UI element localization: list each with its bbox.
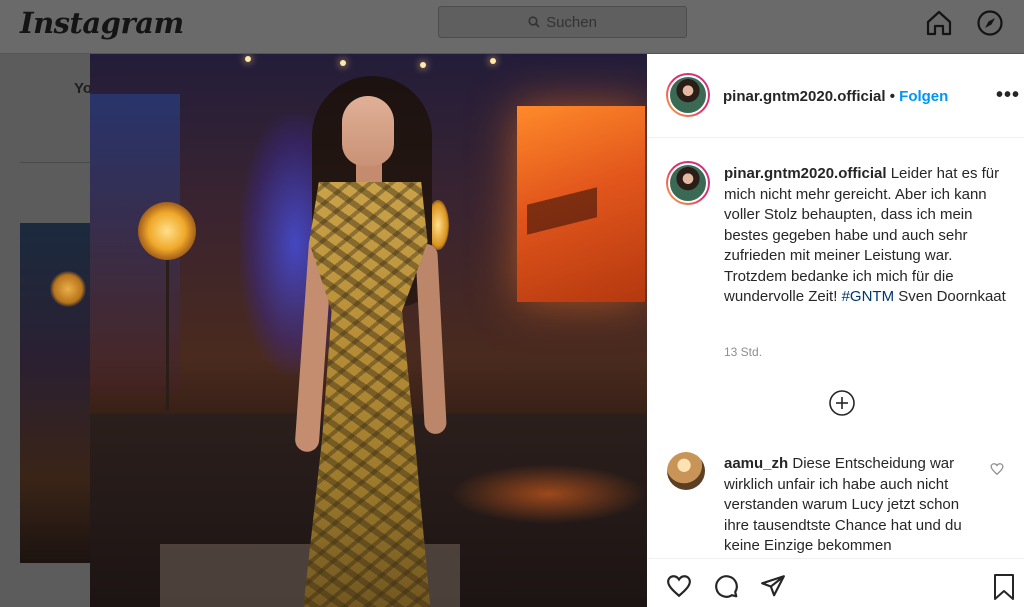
comment-username[interactable]: aamu_zh — [724, 455, 788, 472]
compass-icon[interactable] — [976, 9, 1004, 37]
post-header-line: pinar.gntm2020.official • Folgen — [723, 88, 948, 105]
post-caption: pinar.gntm2020.official Leider hat es fü… — [724, 164, 1014, 308]
comment-item: aamu_zh Diese Entscheidung war wirklich … — [724, 454, 984, 557]
post-photo[interactable] — [90, 54, 647, 607]
post-side-panel: pinar.gntm2020.official • Folgen ••• pin… — [647, 54, 1024, 607]
plus-circle-icon[interactable] — [828, 389, 856, 417]
caption-author-avatar[interactable] — [666, 161, 710, 205]
caption-username[interactable]: pinar.gntm2020.official — [724, 165, 887, 182]
home-icon[interactable] — [925, 9, 953, 37]
caption-tail: Sven Doornkaat — [894, 288, 1006, 305]
heart-icon[interactable] — [665, 573, 693, 599]
comment-like-icon[interactable] — [990, 462, 1004, 476]
send-icon[interactable] — [759, 573, 787, 599]
more-options-button[interactable]: ••• — [996, 84, 1020, 107]
search-input[interactable]: Suchen — [438, 6, 687, 38]
commenter-avatar[interactable] — [667, 452, 705, 490]
separator-dot: • — [889, 88, 895, 105]
hashtag-link[interactable]: #GNTM — [842, 288, 895, 305]
background-post-thumbnail — [20, 223, 94, 563]
follow-button[interactable]: Folgen — [899, 88, 948, 105]
search-placeholder: Suchen — [546, 13, 597, 31]
post-timestamp[interactable]: 13 Std. — [724, 345, 762, 359]
instagram-logo[interactable]: Instagram — [20, 6, 184, 40]
caption-text: Leider hat es für mich nicht mehr gereic… — [724, 165, 1000, 305]
bookmark-icon[interactable] — [992, 573, 1016, 601]
background-divider — [20, 162, 100, 163]
search-icon — [528, 16, 540, 28]
author-username[interactable]: pinar.gntm2020.official — [723, 88, 886, 105]
post-header: pinar.gntm2020.official • Folgen ••• — [647, 54, 1024, 138]
post-action-bar — [647, 558, 1024, 607]
top-navigation-bar: Instagram Suchen — [0, 0, 1024, 54]
author-avatar[interactable] — [666, 73, 710, 117]
comment-icon[interactable] — [712, 573, 740, 599]
